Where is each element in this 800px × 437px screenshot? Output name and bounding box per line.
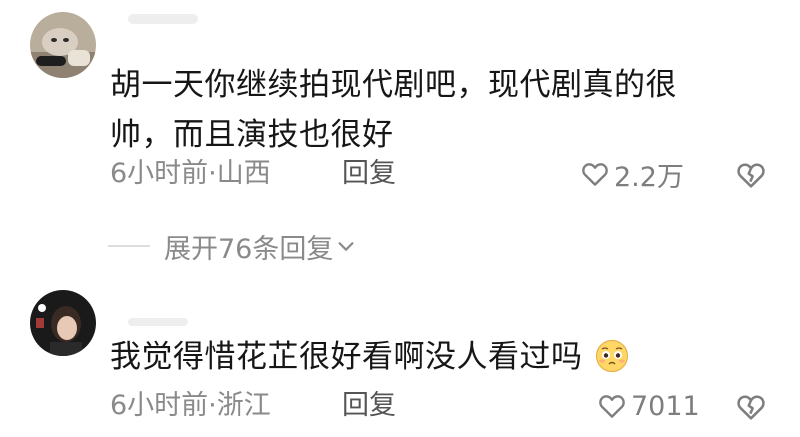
- dislike-button[interactable]: [735, 391, 767, 423]
- heart-icon: [599, 395, 625, 418]
- broken-heart-icon: [737, 395, 765, 420]
- reply-button[interactable]: 回复: [342, 386, 396, 426]
- like-count: 7011: [631, 390, 700, 422]
- pleading-face-emoji-icon: [595, 340, 628, 372]
- username-placeholder[interactable]: [128, 318, 188, 326]
- comment-text: 我觉得惜花芷很好看啊没人看过吗: [110, 332, 760, 382]
- cat-photo-avatar-icon: [30, 12, 96, 78]
- expand-replies-label: 展开76条回复: [164, 233, 334, 265]
- comment-meta: 6小时前·浙江 回复 7011: [110, 386, 770, 426]
- comment-meta: 6小时前·山西 回复 2.2万: [110, 154, 770, 194]
- comment-text: 胡一天你继续拍现代剧吧，现代剧真的很 帅，而且演技也很好: [110, 60, 760, 160]
- dislike-button[interactable]: [735, 159, 767, 191]
- username-placeholder[interactable]: [128, 14, 198, 24]
- heart-icon: [582, 163, 608, 186]
- like-button[interactable]: 7011: [597, 386, 700, 426]
- girl-photo-avatar-icon: [30, 290, 96, 356]
- time-location: 6小时前·山西: [110, 158, 271, 189]
- like-count: 2.2万: [614, 161, 684, 193]
- avatar[interactable]: [30, 290, 96, 356]
- like-button[interactable]: 2.2万: [580, 154, 684, 194]
- reply-button[interactable]: 回复: [342, 154, 396, 194]
- expand-replies-button[interactable]: 展开76条回复: [108, 224, 357, 268]
- comment-text-line: 帅，而且演技也很好: [110, 117, 394, 153]
- comment-text-line: 我觉得惜花芷很好看啊没人看过吗: [110, 339, 583, 375]
- chevron-down-icon: [338, 242, 354, 251]
- avatar[interactable]: [30, 12, 96, 78]
- comment-text-line: 胡一天你继续拍现代剧吧，现代剧真的很: [110, 67, 677, 103]
- time-location: 6小时前·浙江: [110, 390, 271, 421]
- broken-heart-icon: [737, 163, 765, 188]
- divider: [108, 245, 150, 247]
